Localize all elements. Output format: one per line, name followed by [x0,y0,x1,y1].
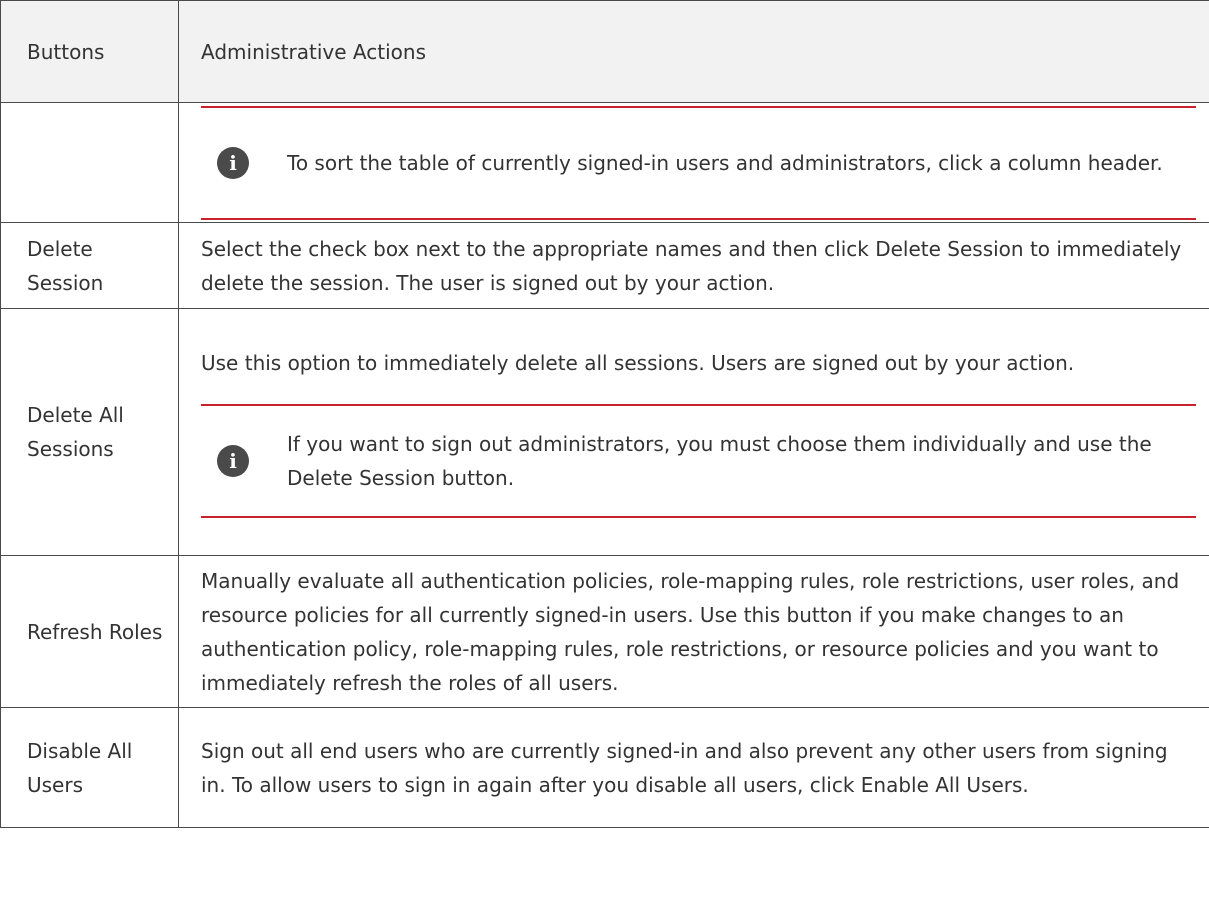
table-row: Delete All Sessions Use this option to i… [0,308,1209,556]
button-cell: Refresh Roles [0,555,179,708]
table-row: Delete Session Select the check box next… [0,222,1209,309]
note-text: To sort the table of currently signed-in… [287,150,1163,175]
button-cell: Delete Session [0,222,179,309]
info-icon: i [217,445,249,477]
table-header-row: Buttons Administrative Actions [0,0,1209,103]
info-icon: i [217,146,249,179]
header-buttons: Buttons [0,0,179,103]
info-note: i To sort the table of currently signed-… [201,105,1196,220]
button-cell: Delete All Sessions [0,308,179,556]
table-row: Refresh Roles Manually evaluate all auth… [0,555,1209,708]
table-row: i To sort the table of currently signed-… [0,102,1209,223]
description-text: Use this option to immediately delete al… [201,351,1075,375]
table-row: Disable All Users Sign out all end users… [0,707,1209,828]
admin-actions-table: Buttons Administrative Actions i To sort… [0,0,1209,828]
note-text: If you want to sign out administrators, … [287,432,1152,490]
info-note: i If you want to sign out administrators… [201,404,1196,518]
description-cell: Sign out all end users who are currently… [178,707,1209,828]
description-cell: Select the check box next to the appropr… [178,222,1209,309]
description-cell: Manually evaluate all authentication pol… [178,555,1209,708]
header-administrative-actions: Administrative Actions [178,0,1209,103]
button-cell: Disable All Users [0,707,179,828]
button-cell [0,102,179,223]
